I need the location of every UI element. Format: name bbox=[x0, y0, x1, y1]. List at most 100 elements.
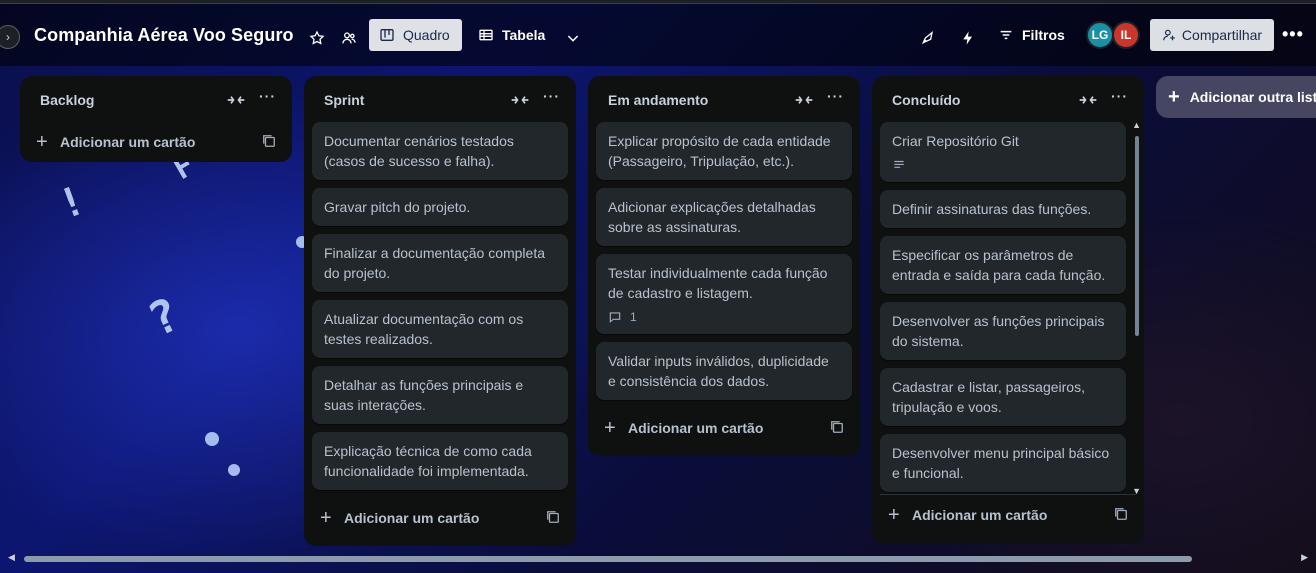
scroll-right-arrow[interactable]: ▶ bbox=[1301, 552, 1308, 563]
add-card-label: Adicionar um cartão bbox=[628, 420, 764, 436]
star-icon bbox=[309, 30, 325, 45]
card[interactable]: Finalizar a documentação completa do pro… bbox=[312, 234, 568, 292]
member-avatar[interactable]: LG bbox=[1086, 21, 1114, 49]
card-template-icon[interactable] bbox=[546, 510, 560, 524]
board-menu-button[interactable]: ••• bbox=[1282, 24, 1304, 45]
power-ups-button[interactable] bbox=[914, 24, 942, 52]
filter-icon bbox=[1000, 30, 1012, 40]
plus-icon: + bbox=[604, 417, 616, 439]
list-done: Concluído ··· Criar Repositório Git Defi… bbox=[872, 76, 1144, 544]
card-title: Especificar os parâmetros de entrada e s… bbox=[892, 247, 1106, 283]
rocket-icon bbox=[922, 31, 934, 45]
lightning-icon bbox=[963, 31, 972, 45]
more-views-button[interactable] bbox=[559, 24, 587, 52]
list-menu-button[interactable]: ··· bbox=[827, 88, 844, 104]
card[interactable]: Criar Repositório Git bbox=[880, 122, 1126, 182]
card-list: Criar Repositório Git Definir assinatura… bbox=[872, 122, 1144, 494]
list-in-progress: Em andamento ··· Explicar propósito de c… bbox=[588, 76, 860, 456]
filters-button[interactable]: Filtros bbox=[998, 19, 1065, 51]
list-menu-button[interactable]: ··· bbox=[1111, 88, 1128, 104]
card-badges: 1 bbox=[608, 309, 840, 325]
board-header: › Companhia Aérea Voo Seguro Quadro Tabe… bbox=[0, 4, 1316, 66]
view-table-button[interactable]: Tabela bbox=[468, 19, 558, 51]
card[interactable]: Testar individualmente cada função de ca… bbox=[596, 254, 852, 334]
collapse-list-icon[interactable] bbox=[510, 92, 530, 108]
add-card-label: Adicionar um cartão bbox=[912, 507, 1048, 523]
list-title[interactable]: Sprint bbox=[324, 92, 364, 108]
automation-button[interactable] bbox=[954, 24, 982, 52]
board-icon bbox=[380, 29, 394, 41]
add-card-button[interactable]: + Adicionar um cartão bbox=[304, 498, 576, 546]
card-title: Atualizar documentação com os testes rea… bbox=[324, 311, 524, 347]
comment-count: 1 bbox=[630, 310, 637, 324]
horizontal-scroll-thumb[interactable] bbox=[24, 556, 1192, 562]
list-title[interactable]: Concluído bbox=[892, 92, 960, 108]
board-title[interactable]: Companhia Aérea Voo Seguro bbox=[34, 25, 294, 46]
card-title: Cadastrar e listar, passageiros, tripula… bbox=[892, 379, 1085, 415]
list-scrollbar[interactable] bbox=[1135, 136, 1139, 336]
card[interactable]: Atualizar documentação com os testes rea… bbox=[312, 300, 568, 358]
list-title[interactable]: Backlog bbox=[40, 92, 94, 108]
add-card-button[interactable]: + Adicionar um cartão bbox=[20, 122, 292, 162]
chevron-right-icon: › bbox=[6, 30, 10, 44]
star-button[interactable] bbox=[303, 24, 331, 52]
card-template-icon[interactable] bbox=[1114, 507, 1128, 521]
list-title[interactable]: Em andamento bbox=[608, 92, 708, 108]
card[interactable]: Cadastrar e listar, passageiros, tripula… bbox=[880, 368, 1126, 426]
card-title: Documentar cenários testados (casos de s… bbox=[324, 133, 514, 169]
card-title: Detalhar as funções principais e suas in… bbox=[324, 377, 524, 413]
filters-label: Filtros bbox=[1022, 27, 1065, 43]
background-glyph: ? bbox=[139, 286, 188, 348]
card-title: Testar individualmente cada função de ca… bbox=[608, 265, 828, 301]
list-header: Concluído ··· bbox=[872, 76, 1144, 122]
view-table-label: Tabela bbox=[502, 27, 546, 43]
card[interactable]: Detalhar as funções principais e suas in… bbox=[312, 366, 568, 424]
chevron-down-icon bbox=[567, 35, 579, 42]
scroll-up-arrow[interactable]: ▲ bbox=[1132, 120, 1141, 130]
card[interactable]: Desenvolver as funções principais do sis… bbox=[880, 302, 1126, 360]
background-dot bbox=[205, 432, 219, 446]
collapse-list-icon[interactable] bbox=[226, 92, 246, 108]
card[interactable]: Explicar propósito de cada entidade (Pas… bbox=[596, 122, 852, 180]
view-board-label: Quadro bbox=[403, 27, 450, 43]
member-initials: IL bbox=[1120, 28, 1132, 42]
card-title: Desenvolver menu principal básico e func… bbox=[892, 445, 1110, 481]
expand-sidebar-button[interactable]: › bbox=[0, 25, 20, 49]
collapse-list-icon[interactable] bbox=[794, 92, 814, 108]
card[interactable]: Desenvolver menu principal básico e func… bbox=[880, 434, 1126, 492]
card-template-icon[interactable] bbox=[830, 420, 844, 434]
member-initials: LG bbox=[1091, 28, 1109, 42]
view-board-button[interactable]: Quadro bbox=[369, 19, 462, 51]
card[interactable]: Gravar pitch do projeto. bbox=[312, 188, 568, 226]
share-button[interactable]: Compartilhar bbox=[1150, 19, 1274, 51]
card-list: Documentar cenários testados (casos de s… bbox=[304, 122, 576, 490]
card[interactable]: Definir assinaturas das funções. bbox=[880, 190, 1126, 228]
card-template-icon[interactable] bbox=[262, 134, 276, 148]
list-sprint: Sprint ··· Documentar cenários testados … bbox=[304, 76, 576, 546]
plus-icon: + bbox=[888, 504, 900, 526]
board-horizontal-scrollbar[interactable]: ◀ ▶ bbox=[8, 552, 1308, 566]
list-header: Em andamento ··· bbox=[588, 76, 860, 122]
add-card-button[interactable]: + Adicionar um cartão bbox=[880, 494, 1136, 542]
card[interactable]: Validar inputs inválidos, duplicidade e … bbox=[596, 342, 852, 400]
list-menu-button[interactable]: ··· bbox=[259, 88, 276, 104]
visibility-button[interactable] bbox=[335, 24, 363, 52]
card[interactable]: Documentar cenários testados (casos de s… bbox=[312, 122, 568, 180]
card-list: Explicar propósito de cada entidade (Pas… bbox=[588, 122, 860, 400]
more-icon: ••• bbox=[1282, 24, 1304, 44]
card[interactable]: Adicionar explicações detalhadas sobre a… bbox=[596, 188, 852, 246]
table-icon bbox=[479, 29, 493, 41]
add-person-icon bbox=[1163, 29, 1175, 41]
list-header: Backlog ··· bbox=[20, 76, 292, 122]
card[interactable]: Especificar os parâmetros de entrada e s… bbox=[880, 236, 1126, 294]
background-dot bbox=[228, 464, 240, 476]
card[interactable]: Explicação técnica de como cada funciona… bbox=[312, 432, 568, 490]
member-avatar[interactable]: IL bbox=[1112, 21, 1140, 49]
add-list-button[interactable]: + Adicionar outra lista bbox=[1156, 76, 1316, 118]
add-card-button[interactable]: + Adicionar um cartão bbox=[588, 408, 860, 456]
collapse-list-icon[interactable] bbox=[1078, 92, 1098, 108]
list-menu-button[interactable]: ··· bbox=[543, 88, 560, 104]
share-label: Compartilhar bbox=[1181, 27, 1263, 43]
card-title: Desenvolver as funções principais do sis… bbox=[892, 313, 1105, 349]
scroll-left-arrow[interactable]: ◀ bbox=[8, 552, 15, 563]
